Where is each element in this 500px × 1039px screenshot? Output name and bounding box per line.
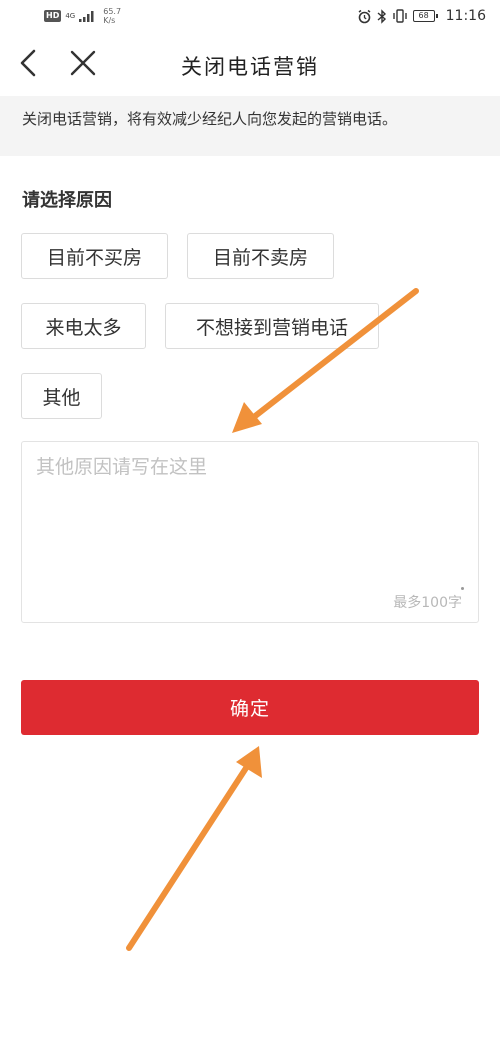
reason-option-too-many-calls[interactable]: 来电太多 (21, 303, 146, 349)
clock: 11:16 (445, 8, 486, 24)
confirm-button[interactable]: 确定 (21, 680, 479, 735)
page-title: 关闭电话营销 (181, 55, 319, 79)
alarm-icon (358, 9, 371, 23)
status-bar: HD 4G 65.7 K/s 68 11:16 (0, 0, 500, 34)
network-type: 4G (65, 12, 76, 20)
reason-option-other[interactable]: 其他 (21, 373, 102, 419)
reason-section-title: 请选择原因 (22, 190, 112, 211)
reason-option-not-selling[interactable]: 目前不卖房 (187, 233, 334, 279)
page: HD 4G 65.7 K/s 68 11:16 关闭电话营销 关闭电话营销，将有… (0, 0, 500, 1039)
network-speed-value: 65.7 (103, 7, 122, 16)
vibrate-icon (392, 9, 407, 23)
network-speed-unit: K/s (103, 16, 116, 25)
notice-banner: 关闭电话营销，将有效减少经纪人向您发起的营销电话。 (0, 96, 500, 156)
signal-icon (79, 11, 94, 22)
reason-option-not-buying[interactable]: 目前不买房 (21, 233, 168, 279)
char-limit-counter: 最多100字 (393, 595, 462, 611)
notice-text: 关闭电话营销，将有效减少经纪人向您发起的营销电话。 (22, 110, 398, 128)
status-left: HD 4G 65.7 K/s (44, 7, 121, 25)
annotation-arrow-to-confirm (126, 746, 262, 951)
other-reason-field[interactable]: 最多100字 (21, 441, 479, 623)
resize-grip-icon (461, 587, 464, 590)
bluetooth-icon (377, 8, 386, 24)
reason-option-no-marketing-calls[interactable]: 不想接到营销电话 (165, 303, 379, 349)
header: 关闭电话营销 (0, 34, 500, 96)
network-speed: 65.7 K/s (103, 7, 121, 25)
hd-badge: HD (44, 10, 62, 22)
status-right: 68 11:16 (357, 8, 486, 24)
battery-icon: 68 (412, 10, 438, 22)
